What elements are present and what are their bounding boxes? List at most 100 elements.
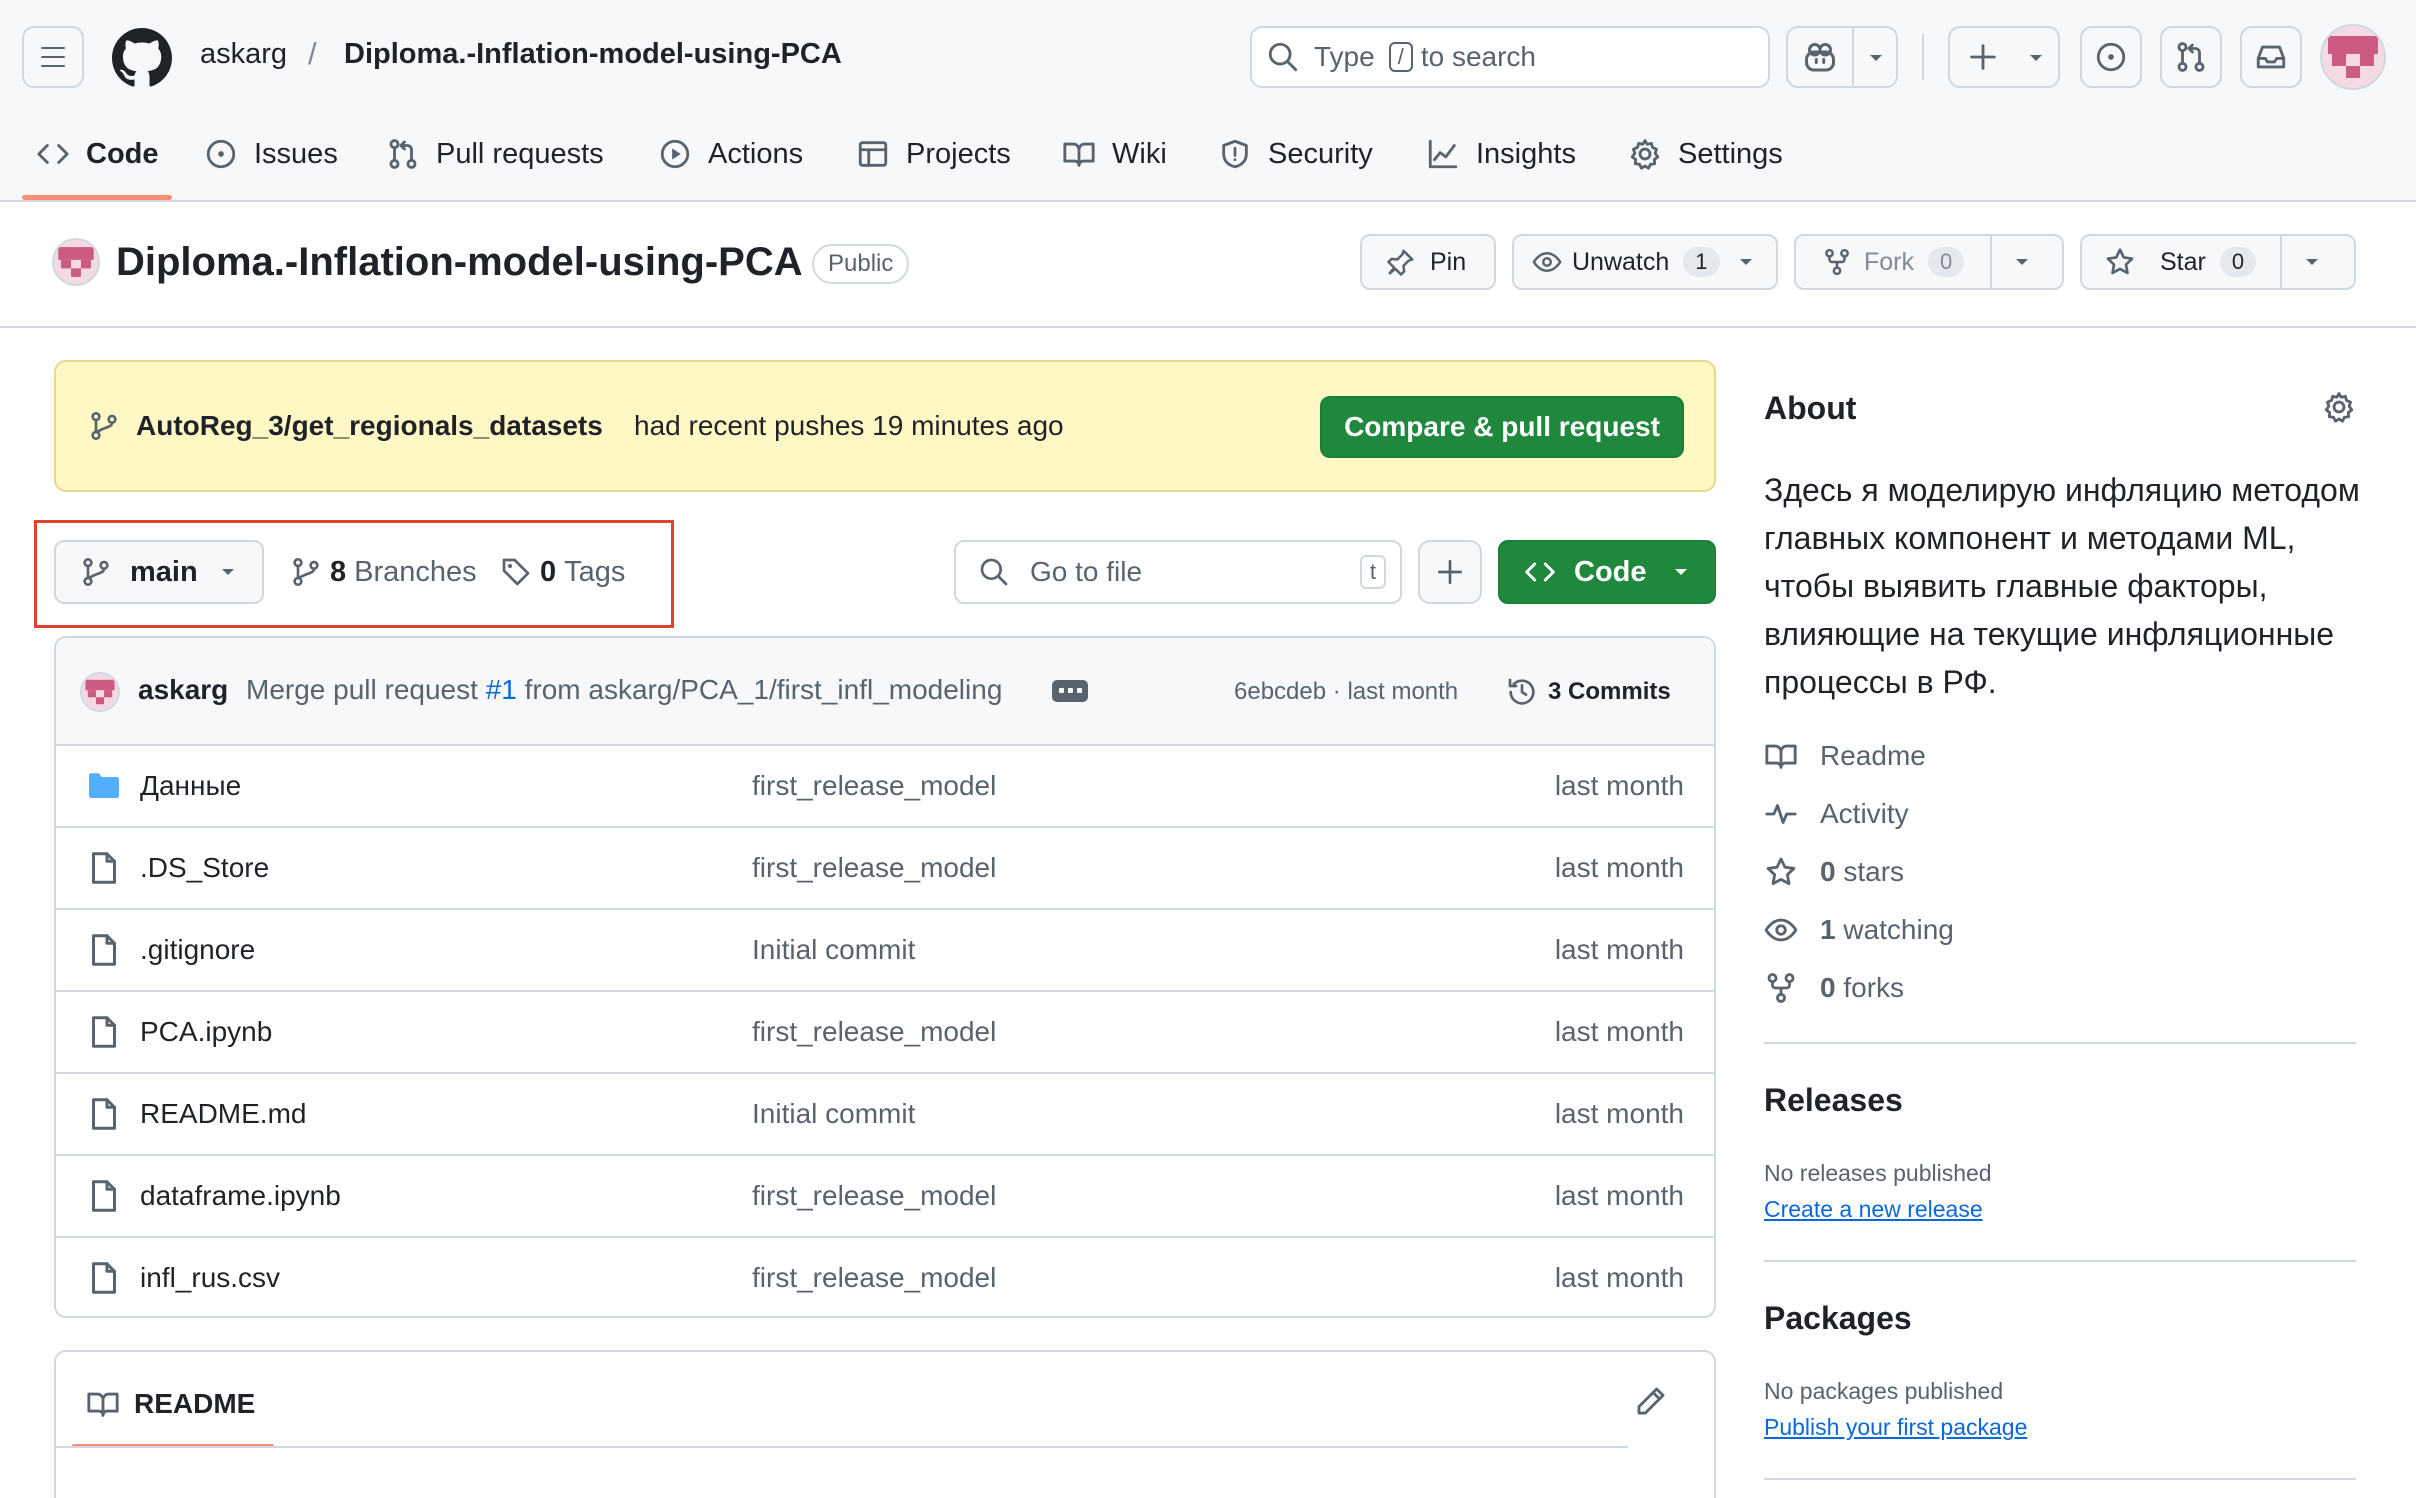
create-new-button[interactable] [1948,26,2060,88]
code-button[interactable]: Code [1498,540,1716,604]
readme-tab[interactable]: README [86,1384,255,1424]
file-commit-message[interactable]: first_release_model [752,1180,996,1212]
packages-title[interactable]: Packages [1764,1300,1912,1337]
file-name[interactable]: Данные [140,770,241,802]
repo-title[interactable]: Diploma.-Inflation-model-using-PCA [116,240,803,285]
commit-meta[interactable]: 6ebcdeb · last month [1234,678,1458,706]
pulse-icon [1765,804,1797,824]
search-input[interactable]: Type / to search [1250,26,1770,88]
table-row[interactable]: .gitignore Initial commit last month [56,908,1714,990]
tags-link[interactable]: 0 Tags [500,552,625,592]
gear-icon[interactable] [2322,390,2356,424]
compare-pull-request-button[interactable]: Compare & pull request [1320,396,1684,458]
table-row[interactable]: .DS_Store first_release_model last month [56,826,1714,908]
search-icon [980,558,1008,586]
tags-label: Tags [564,555,626,588]
tab-label: Insights [1476,137,1576,170]
chevron-down-icon[interactable] [2010,252,2034,272]
table-row[interactable]: dataframe.ipynb first_release_model last… [56,1154,1714,1236]
repo-link[interactable]: Diploma.-Inflation-model-using-PCA [344,38,842,71]
owner-link[interactable]: askarg [200,38,287,71]
tab-insights[interactable]: Insights [1426,126,1576,182]
pushed-branch-name[interactable]: AutoReg_3/get_regionals_datasets [136,410,603,442]
commit-time: last month [1347,678,1459,705]
commit-pr-link[interactable]: #1 [486,674,517,705]
commit-message[interactable]: Merge pull request #1 from askarg/PCA_1/… [246,674,1002,706]
eye-icon [1764,918,1798,942]
go-to-file-shortcut: t [1359,555,1386,589]
star-button[interactable]: Star 0 [2080,234,2356,290]
tab-code[interactable]: Code [36,126,159,182]
table-row[interactable]: README.md Initial commit last month [56,1072,1714,1154]
table-row[interactable]: Данные first_release_model last month [56,744,1714,826]
forks-link[interactable]: 0 forks [1764,968,1904,1008]
tab-security[interactable]: Security [1218,126,1373,182]
push-message: had recent pushes 19 minutes ago [634,410,1064,441]
publish-package-link[interactable]: Publish your first package [1764,1414,2027,1441]
commit-expand-ellipsis-icon[interactable] [1052,680,1088,702]
latest-commit-row: askarg Merge pull request #1 from askarg… [56,638,1714,744]
file-commit-message[interactable]: first_release_model [752,852,996,884]
file-commit-time: last month [1554,1180,1684,1211]
file-name[interactable]: .DS_Store [140,852,269,884]
commit-sha[interactable]: 6ebcdeb [1234,678,1326,705]
chevron-down-icon[interactable] [2300,252,2324,272]
search-suffix: to search [1420,41,1536,72]
tab-pull-requests[interactable]: Pull requests [386,126,604,182]
file-commit-message[interactable]: Initial commit [752,1098,915,1130]
create-release-link[interactable]: Create a new release [1764,1196,1983,1223]
chevron-down-icon[interactable] [1864,48,1888,68]
branches-link[interactable]: 8 Branches [290,552,477,592]
table-row[interactable]: PCA.ipynb first_release_model last month [56,990,1714,1072]
chevron-down-icon [1739,259,1752,265]
copilot-button[interactable] [1786,26,1898,88]
pull-request-icon [2177,42,2205,72]
pencil-icon[interactable] [1634,1384,1668,1418]
readme-link[interactable]: Readme [1764,736,1926,776]
file-commit-message[interactable]: first_release_model [752,770,996,802]
releases-title[interactable]: Releases [1764,1082,1903,1119]
file-name[interactable]: README.md [140,1098,306,1130]
activity-link[interactable]: Activity [1764,794,1909,834]
add-file-button[interactable] [1418,540,1482,604]
tab-projects[interactable]: Projects [856,126,1011,182]
fork-button[interactable]: Fork 0 [1794,234,2064,290]
unwatch-button[interactable]: Unwatch 1 [1512,234,1778,290]
file-icon [92,852,116,884]
code-icon [37,144,69,164]
file-commit-message[interactable]: first_release_model [752,1262,996,1294]
go-to-file-input[interactable]: Go to file t [954,540,1402,604]
file-commit-time: last month [1554,1016,1684,1047]
pin-label: Pin [1430,247,1467,276]
file-icon [92,1098,116,1130]
tab-wiki[interactable]: Wiki [1062,126,1167,182]
tab-actions[interactable]: Actions [658,126,803,182]
file-name[interactable]: PCA.ipynb [140,1016,272,1048]
menu-button[interactable] [22,26,84,88]
table-row[interactable]: infl_rus.csv first_release_model last mo… [56,1236,1714,1316]
about-description: Здесь я моделирую инфляцию методом главн… [1764,472,2360,700]
watching-link[interactable]: 1 watching [1764,910,1954,950]
file-name[interactable]: dataframe.ipynb [140,1180,341,1212]
commit-message-suffix: from askarg/PCA_1/first_infl_modeling [524,674,1003,705]
pin-button[interactable]: Pin [1360,234,1496,290]
tab-issues[interactable]: Issues [204,126,338,182]
tab-settings[interactable]: Settings [1628,126,1783,182]
file-commit-message[interactable]: first_release_model [752,1016,996,1048]
github-logo-icon[interactable] [112,28,172,88]
tab-label: Projects [906,137,1011,170]
commit-author-avatar[interactable] [80,672,120,712]
commits-history-link[interactable]: 3 Commits [1506,672,1671,712]
issues-button[interactable] [2080,26,2142,88]
file-name[interactable]: .gitignore [140,934,255,966]
stars-link[interactable]: 0 stars [1764,852,1904,892]
branch-selector[interactable]: main [54,540,264,604]
pull-requests-button[interactable] [2160,26,2222,88]
commit-author[interactable]: askarg [138,674,228,706]
file-name[interactable]: infl_rus.csv [140,1262,280,1294]
inbox-button[interactable] [2240,26,2302,88]
tab-label: Issues [254,137,338,170]
user-avatar[interactable] [2320,24,2386,90]
book-icon [87,1392,119,1417]
file-commit-message[interactable]: Initial commit [752,934,915,966]
